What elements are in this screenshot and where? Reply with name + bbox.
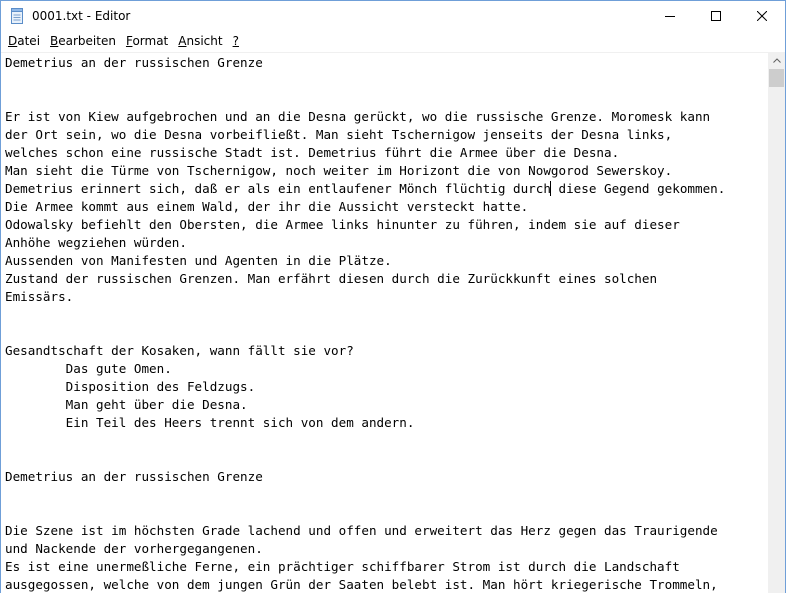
close-button[interactable] xyxy=(739,1,785,31)
close-icon xyxy=(757,11,767,21)
text-line: Es ist eine unermeßliche Ferne, ein präc… xyxy=(5,559,680,574)
text-line: Emissärs. xyxy=(5,289,74,304)
minimize-button[interactable] xyxy=(647,1,693,31)
text-line xyxy=(5,432,769,450)
scroll-up-button[interactable] xyxy=(768,52,785,69)
menu-item-ansicht[interactable]: Ansicht xyxy=(173,34,227,48)
text-line: Ein Teil des Heers trennt sich von dem a… xyxy=(5,415,415,430)
editor-window: 0001.txt - Editor Datei Bearbeiten Format A… xyxy=(0,0,786,593)
scroll-thumb[interactable] xyxy=(769,69,784,87)
vertical-scrollbar[interactable] xyxy=(768,52,785,593)
text-line xyxy=(5,72,769,90)
text-line xyxy=(5,90,769,108)
text-line: Die Armee kommt aus einem Wald, der ihr … xyxy=(5,199,529,214)
text-line: Aussenden von Manifesten und Agenten in … xyxy=(5,253,392,268)
notepad-icon xyxy=(9,8,25,24)
text-line: und Nackende der vorhergegangenen. xyxy=(5,541,263,556)
text-line: Disposition des Feldzugs. xyxy=(5,379,256,394)
chevron-up-icon xyxy=(772,58,781,63)
text-line: der Ort sein, wo die Desna vorbeifließt.… xyxy=(5,127,673,142)
menu-item-bearbeiten[interactable]: Bearbeiten xyxy=(45,34,121,48)
menu-bar: Datei Bearbeiten Format Ansicht? xyxy=(1,31,785,51)
window-title: 0001.txt - Editor xyxy=(32,9,131,23)
text-line: Man geht über die Desna. xyxy=(5,397,248,412)
text-line xyxy=(5,486,769,504)
text-editor-area[interactable]: Demetrius an der russischen Grenze Er ist… xyxy=(1,52,769,593)
text-line: Gesandtschaft der Kosaken, wann fällt si… xyxy=(5,343,354,358)
maximize-button[interactable] xyxy=(693,1,739,31)
text-line: Man sieht die Türme von Tschernigow, noc… xyxy=(5,163,673,178)
window-controls xyxy=(647,1,785,31)
text-line: Anhöhe wegziehen würden. xyxy=(5,235,187,250)
document-content[interactable]: Demetrius an der russischen Grenze Er ist… xyxy=(1,53,769,593)
text-line: Demetrius an der russischen Grenze xyxy=(5,55,263,70)
menu-item-datei[interactable]: Datei xyxy=(3,34,45,48)
text-line: ausgegossen, welche von dem jungen Grün … xyxy=(5,577,718,592)
title-bar[interactable]: 0001.txt - Editor xyxy=(1,1,785,31)
text-line: Das gute Omen. xyxy=(5,361,172,376)
text-line: welches schon eine russische Stadt ist. … xyxy=(5,145,620,160)
text-line xyxy=(5,450,769,468)
menu-item-format[interactable]: Format xyxy=(121,34,173,48)
text-line xyxy=(5,504,769,522)
text-line: Odowalsky befiehlt den Obersten, die Arm… xyxy=(5,217,680,232)
text-line: Zustand der russischen Grenzen. Man erfä… xyxy=(5,271,658,286)
text-line xyxy=(5,306,769,324)
maximize-icon xyxy=(711,11,721,21)
minimize-icon xyxy=(665,16,675,17)
text-line: Demetrius erinnert sich, daß er als ein … xyxy=(5,181,726,196)
text-line xyxy=(5,324,769,342)
text-line: Die Szene ist im höchsten Grade lachend … xyxy=(5,523,718,538)
text-line: Demetrius an der russischen Grenze xyxy=(5,469,263,484)
text-line: Er ist von Kiew aufgebrochen und an die … xyxy=(5,109,711,124)
text-caret xyxy=(550,181,552,196)
menu-item-help[interactable]: ? xyxy=(228,34,244,48)
